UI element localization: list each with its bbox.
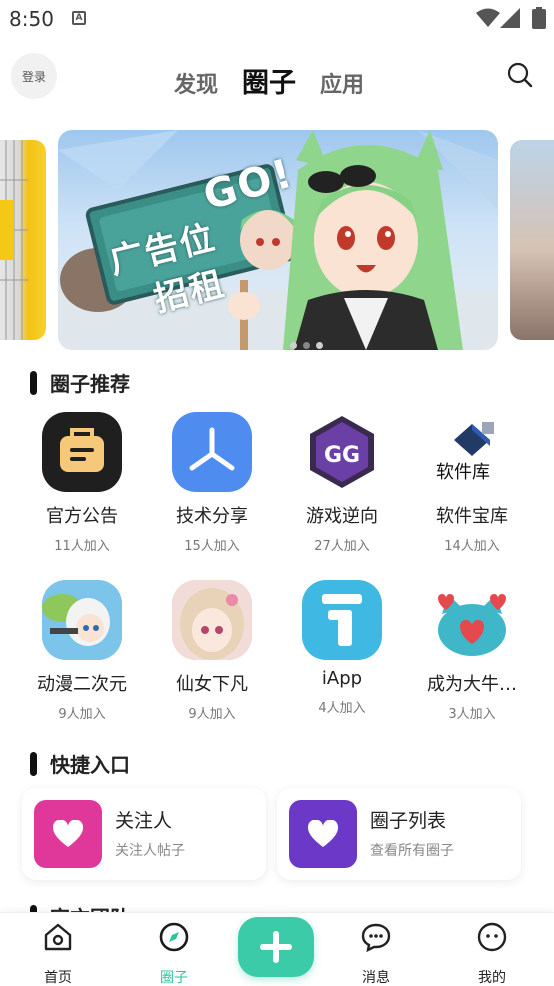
tab-apps[interactable]: 应用 bbox=[320, 67, 364, 99]
quick-card-title: 圈子列表 bbox=[370, 810, 447, 832]
nav-label: 我的 bbox=[478, 970, 506, 986]
nav-profile[interactable]: 我的 bbox=[452, 921, 532, 986]
recommend-section-title: 圈子推荐 bbox=[30, 368, 130, 397]
search-icon[interactable] bbox=[507, 62, 533, 88]
battery-icon bbox=[532, 7, 546, 29]
circle-item-fairy[interactable]: 仙女下凡 9人加入 bbox=[147, 580, 277, 722]
circle-members: 11人加入 bbox=[54, 539, 110, 554]
carousel-dot bbox=[316, 342, 323, 349]
circle-name: 技术分享 bbox=[176, 506, 248, 526]
create-post-button[interactable] bbox=[238, 917, 314, 977]
circle-members: 27人加入 bbox=[314, 539, 370, 554]
login-button[interactable]: 登录 bbox=[11, 53, 57, 99]
circle-members: 3人加入 bbox=[448, 707, 496, 722]
circle-members: 15人加入 bbox=[184, 539, 240, 554]
svg-text:GG: GG bbox=[324, 443, 360, 468]
heart-icon bbox=[34, 800, 102, 868]
profile-icon bbox=[477, 922, 507, 952]
carousel-indicator bbox=[290, 342, 323, 349]
quick-card-subtitle: 关注人帖子 bbox=[115, 843, 185, 859]
software-library-icon-text: 软件库 bbox=[436, 462, 490, 483]
fairy-avatar-icon bbox=[172, 580, 252, 660]
circle-name: 官方公告 bbox=[46, 506, 118, 526]
circle-item-game-reverse[interactable]: GG 游戏逆向 27人加入 bbox=[277, 412, 407, 554]
quick-title: 快捷入口 bbox=[50, 753, 130, 777]
signal-icon bbox=[500, 8, 520, 28]
plus-icon bbox=[260, 931, 292, 963]
gg-icon: GG bbox=[302, 412, 382, 492]
home-icon bbox=[44, 923, 72, 951]
circle-item-tech-share[interactable]: 技术分享 15人加入 bbox=[147, 412, 277, 554]
quick-card-title: 关注人 bbox=[115, 810, 173, 832]
tab-circles[interactable]: 圈子 bbox=[242, 61, 296, 100]
section-bar bbox=[30, 751, 37, 776]
nav-home[interactable]: 首页 bbox=[18, 921, 98, 986]
software-library-icon: 软件库 bbox=[432, 412, 512, 492]
quick-card-following[interactable]: 关注人 关注人帖子 bbox=[22, 788, 266, 880]
banner-ad[interactable]: 广告位 招租 GO! bbox=[58, 130, 498, 350]
circle-item-anime[interactable]: 动漫二次元 9人加入 bbox=[17, 580, 147, 722]
circle-name: 软件宝库 bbox=[436, 506, 508, 526]
circle-name: 仙女下凡 bbox=[176, 674, 248, 694]
circle-name: 成为大牛… bbox=[427, 674, 517, 694]
chat-icon bbox=[361, 923, 391, 953]
quick-card-subtitle: 查看所有圈子 bbox=[370, 843, 454, 859]
carousel-dot-active bbox=[303, 342, 310, 349]
nav-messages[interactable]: 消息 bbox=[336, 921, 416, 986]
top-header: 登录 发现 圈子 应用 bbox=[0, 45, 554, 110]
heart-icon bbox=[289, 800, 357, 868]
circle-item-become-expert[interactable]: 成为大牛… 3人加入 bbox=[407, 580, 537, 722]
banner-prev-slide[interactable] bbox=[0, 140, 46, 340]
nav-label: 首页 bbox=[44, 970, 72, 986]
wifi-icon bbox=[476, 8, 500, 27]
compass-icon bbox=[159, 922, 189, 952]
circle-name: 动漫二次元 bbox=[37, 674, 127, 694]
circle-item-software-library[interactable]: 软件库 软件宝库 14人加入 bbox=[407, 412, 537, 554]
recommend-title: 圈子推荐 bbox=[50, 372, 130, 396]
nav-label: 圈子 bbox=[160, 970, 188, 986]
section-bar bbox=[30, 370, 37, 395]
carousel-dot bbox=[290, 342, 297, 349]
circle-members: 4人加入 bbox=[318, 701, 366, 716]
a-letter-icon: A bbox=[72, 11, 86, 25]
tab-discover[interactable]: 发现 bbox=[174, 67, 218, 99]
announcement-icon bbox=[42, 412, 122, 492]
circle-item-announcement[interactable]: 官方公告 11人加入 bbox=[17, 412, 147, 554]
circle-members: 9人加入 bbox=[188, 707, 236, 722]
nav-circles[interactable]: 圈子 bbox=[134, 921, 214, 986]
top-tabs: 发现 圈子 应用 bbox=[174, 61, 388, 100]
status-time: 8:50 bbox=[9, 7, 54, 31]
circle-members: 14人加入 bbox=[444, 539, 500, 554]
anime-avatar-icon bbox=[42, 580, 122, 660]
status-bar: 8:50 A bbox=[0, 0, 554, 40]
circle-members: 9人加入 bbox=[58, 707, 106, 722]
nav-label: 消息 bbox=[362, 970, 390, 986]
circle-name: 游戏逆向 bbox=[306, 506, 378, 526]
quick-section-title: 快捷入口 bbox=[30, 749, 130, 778]
cat-hearts-icon bbox=[432, 580, 512, 660]
share-icon bbox=[172, 412, 252, 492]
iapp-icon bbox=[302, 580, 382, 660]
circle-name: iApp bbox=[321, 668, 363, 689]
quick-card-circle-list[interactable]: 圈子列表 查看所有圈子 bbox=[277, 788, 521, 880]
banner-next-slide[interactable] bbox=[510, 140, 554, 340]
circle-item-iapp[interactable]: iApp 4人加入 bbox=[277, 580, 407, 716]
